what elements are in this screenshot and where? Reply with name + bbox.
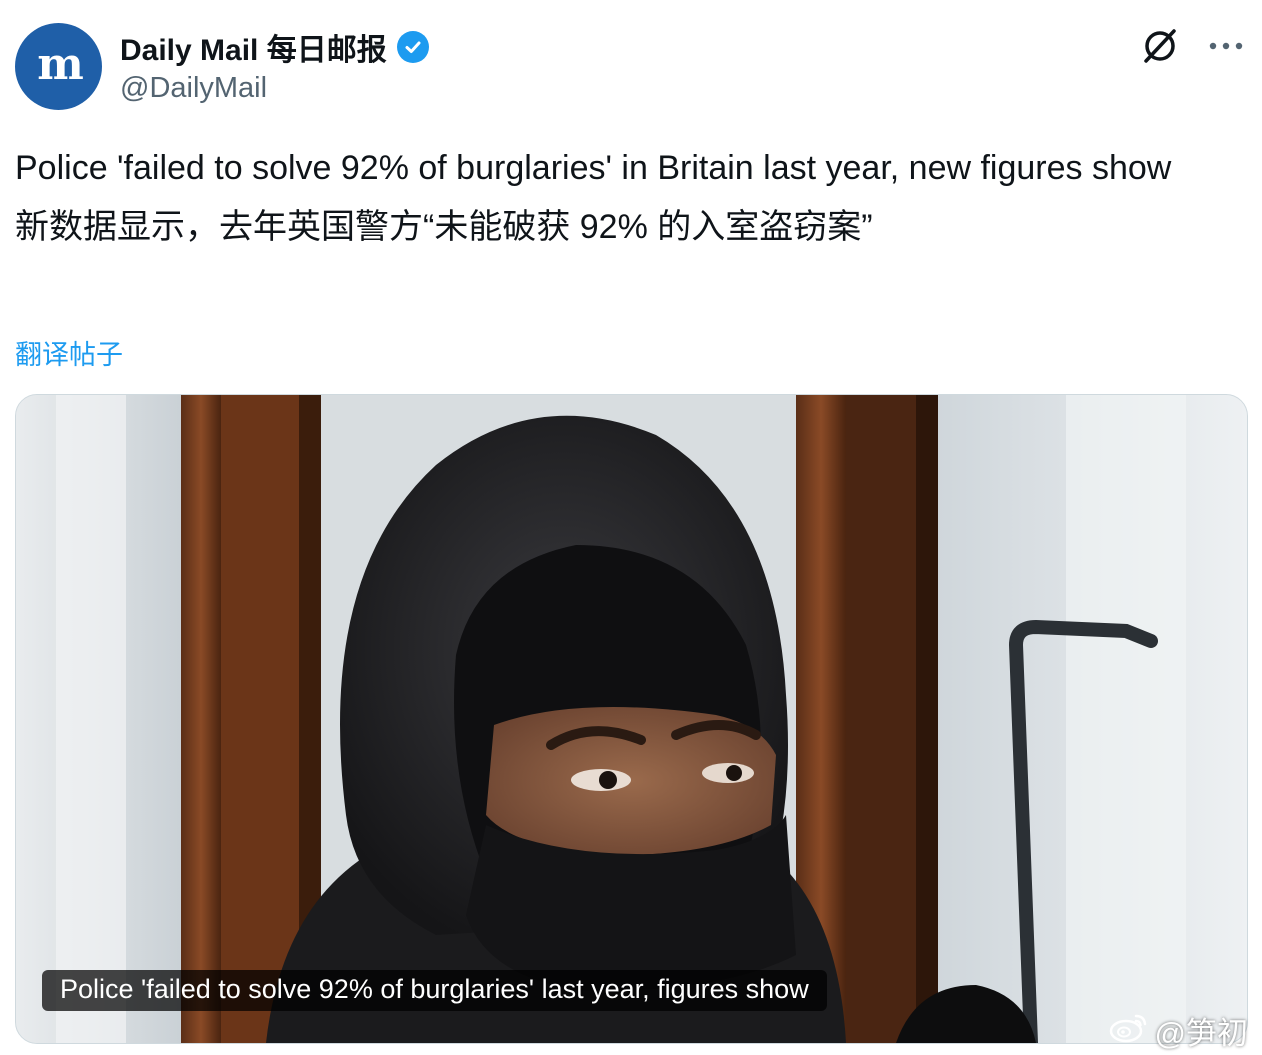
media-caption: Police 'failed to solve 92% of burglarie… <box>42 970 827 1011</box>
daily-mail-logo-icon: m <box>37 39 84 90</box>
tweet-text-english: Police 'failed to solve 92% of burglarie… <box>15 149 1172 187</box>
translate-post-link[interactable]: 翻译帖子 <box>15 333 123 372</box>
author-display-name[interactable]: Daily Mail 每日邮报 <box>120 25 387 69</box>
weibo-watermark: @笋初 <box>1109 1008 1248 1053</box>
grok-icon[interactable] <box>1138 24 1182 68</box>
more-icon[interactable] <box>1204 24 1248 68</box>
tweet-text-chinese: 新数据显示，去年英国警方“未能破获 92% 的入室盗窃案” <box>15 208 873 246</box>
tweet-top-actions <box>1138 24 1248 68</box>
author-handle[interactable]: @DailyMail <box>120 72 267 105</box>
burglar-photo <box>16 395 1247 1043</box>
verified-badge-icon[interactable] <box>396 31 429 63</box>
watermark-text: @笋初 <box>1154 1016 1248 1051</box>
tweet-text: Police 'failed to solve 92% of burglarie… <box>15 142 1240 254</box>
weibo-icon <box>1109 1010 1149 1052</box>
tweet-media-image[interactable] <box>15 394 1248 1044</box>
author-avatar[interactable]: m <box>15 23 102 110</box>
author-name-row: Daily Mail 每日邮报 <box>120 27 429 67</box>
